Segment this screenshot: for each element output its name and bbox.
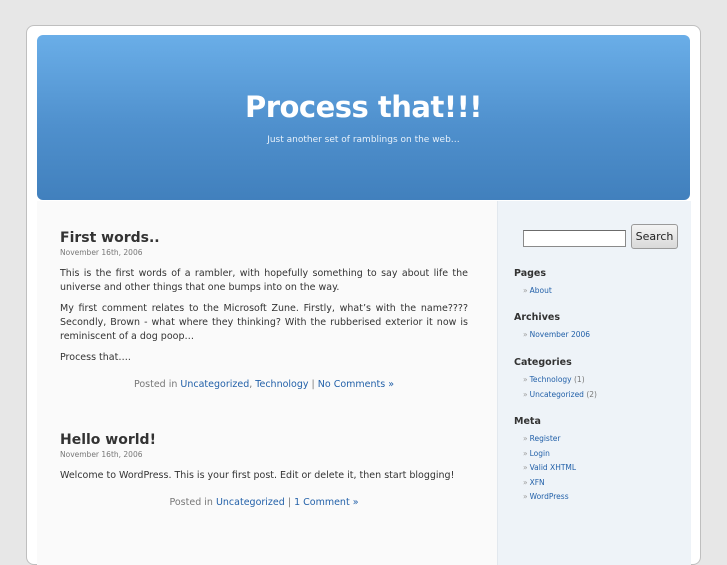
raquo-icon: » — [523, 463, 528, 472]
pages-heading: Pages — [514, 268, 547, 279]
post: Hello world! November 16th, 2006 Welcome… — [60, 432, 468, 508]
category-link-technology[interactable]: Technology — [530, 375, 572, 384]
post-meta: Posted in Uncategorized, Technology | No… — [133, 379, 395, 390]
main-content: First words.. November 16th, 2006 This i… — [37, 201, 497, 565]
raquo-icon: » — [523, 286, 528, 295]
meta-link-wordpress[interactable]: WordPress — [530, 492, 569, 501]
post-paragraph: Process that…. — [60, 352, 131, 363]
meta-separator: | — [311, 379, 315, 390]
post: First words.. November 16th, 2006 This i… — [60, 230, 468, 390]
blog-tagline: Just another set of ramblings on the web… — [267, 135, 460, 145]
posted-in-label: Posted in — [169, 497, 213, 508]
raquo-icon: » — [523, 477, 528, 487]
category-link-uncategorized[interactable]: Uncategorized — [180, 379, 249, 390]
raquo-icon: » — [523, 434, 528, 443]
posted-in-label: Posted in — [133, 379, 178, 390]
search-button[interactable]: Search — [631, 224, 678, 249]
archive-link-november-2006[interactable]: November 2006 — [530, 330, 591, 339]
sidebar: Search Pages » About Archives » November 2… — [497, 201, 691, 565]
post-body: Welcome to WordPress. This is your first… — [60, 469, 468, 483]
post-paragraph: This is the first words of a rambler, wi… — [60, 268, 468, 293]
list-item: » Valid XHTML — [523, 461, 576, 476]
raquo-icon: » — [523, 375, 528, 384]
list-item: » XFN — [523, 476, 576, 491]
meta-link-login[interactable]: Login — [530, 449, 550, 458]
post-date: November 16th, 2006 — [60, 248, 143, 257]
category-link-technology[interactable]: Technology — [255, 379, 308, 390]
category-count: (1) — [574, 375, 585, 384]
category-count: (2) — [586, 389, 597, 399]
list-item: » Uncategorized (2) — [523, 388, 597, 403]
category-link-uncategorized[interactable]: Uncategorized — [216, 497, 285, 508]
category-link-uncategorized[interactable]: Uncategorized — [530, 390, 584, 399]
meta-link-register[interactable]: Register — [530, 434, 561, 443]
blog-header: Process that!!! Just another set of ramb… — [37, 35, 690, 200]
post-date: November 16th, 2006 — [60, 450, 143, 459]
page-container: Process that!!! Just another set of ramb… — [26, 25, 701, 565]
post-paragraph: Welcome to WordPress. This is your first… — [60, 470, 455, 481]
post-body: This is the first words of a rambler, wi… — [60, 267, 468, 365]
post-paragraph: My first comment relates to the Microsof… — [60, 303, 468, 342]
categories-list: » Technology (1) » Uncategorized (2) — [523, 373, 597, 402]
meta-separator: | — [287, 497, 292, 508]
list-item: » Register — [523, 432, 576, 447]
raquo-icon: » — [523, 492, 528, 501]
comments-link[interactable]: 1 Comment » — [294, 497, 358, 508]
meta-heading: Meta — [514, 416, 541, 427]
categories-heading: Categories — [514, 357, 572, 368]
list-item: » WordPress — [523, 490, 576, 505]
meta-list: » Register » Login » Valid XHTML » XFN » Word… — [523, 432, 576, 505]
post-title-link[interactable]: Hello world! — [60, 432, 468, 448]
raquo-icon: » — [523, 448, 528, 458]
meta-link-valid-xhtml[interactable]: Valid XHTML — [530, 463, 576, 472]
pages-list: » About — [523, 284, 552, 299]
archives-list: » November 2006 — [523, 328, 590, 343]
raquo-icon: » — [523, 330, 528, 339]
comments-link[interactable]: No Comments » — [318, 379, 394, 390]
post-meta: Posted in Uncategorized | 1 Comment » — [60, 497, 468, 508]
post-title-link[interactable]: First words.. — [60, 230, 468, 246]
page-link-about[interactable]: About — [530, 286, 552, 295]
archives-heading: Archives — [514, 312, 560, 323]
list-item: » Login — [523, 447, 576, 462]
list-item: » About — [523, 284, 552, 299]
raquo-icon: » — [523, 389, 528, 399]
meta-link-xfn[interactable]: XFN — [530, 478, 545, 487]
list-item: » November 2006 — [523, 328, 590, 343]
search-input[interactable] — [523, 230, 626, 247]
blog-title-link[interactable]: Process that!!! — [37, 90, 690, 124]
list-item: » Technology (1) — [523, 373, 597, 388]
